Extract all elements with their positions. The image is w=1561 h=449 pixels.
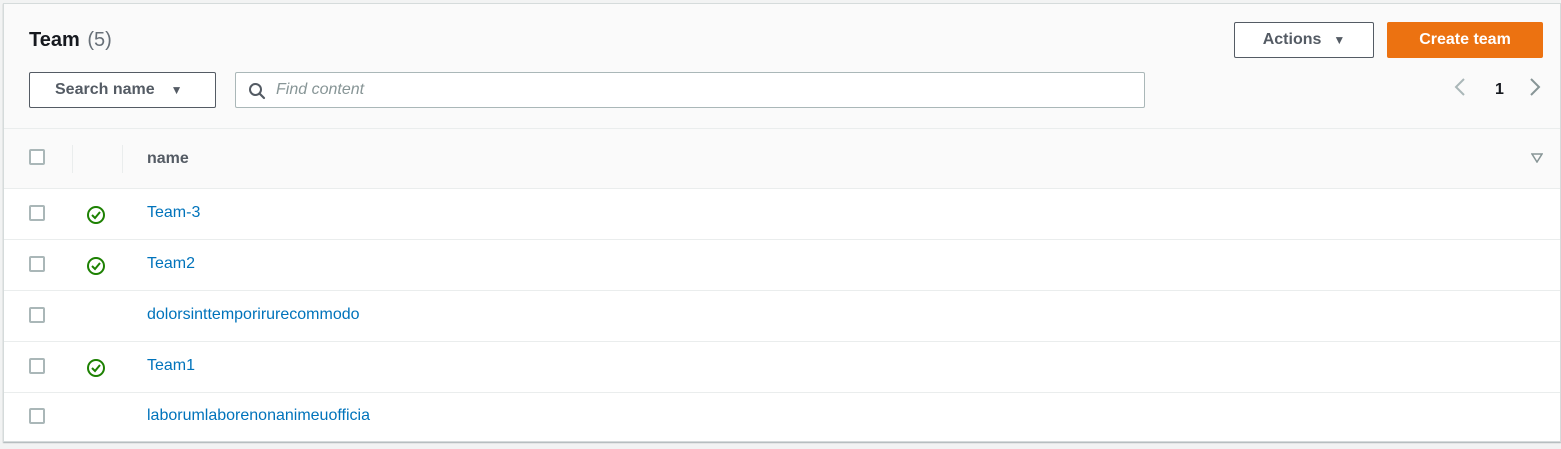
team-name-link[interactable]: Team1 bbox=[147, 357, 195, 375]
table-row[interactable]: dolorsinttemporirurecommodo bbox=[4, 291, 1560, 342]
status-positive-icon bbox=[87, 359, 105, 377]
column-divider bbox=[122, 145, 123, 173]
row-checkbox[interactable] bbox=[29, 256, 45, 272]
table-row[interactable]: Team1 bbox=[4, 342, 1560, 393]
status-positive-icon bbox=[87, 206, 105, 224]
page-title: Team (5) bbox=[29, 29, 112, 52]
caret-down-icon: ▼ bbox=[1333, 33, 1346, 47]
create-team-button[interactable]: Create team bbox=[1387, 22, 1543, 58]
sort-icon[interactable] bbox=[1531, 153, 1543, 163]
row-checkbox[interactable] bbox=[29, 408, 45, 424]
team-name-link[interactable]: Team2 bbox=[147, 255, 195, 273]
title-count: (5) bbox=[87, 29, 112, 51]
actions-button[interactable]: Actions ▼ bbox=[1234, 22, 1374, 58]
column-header-name[interactable]: name bbox=[147, 150, 189, 168]
table-row[interactable]: Team2 bbox=[4, 240, 1560, 291]
chevron-right-icon bbox=[1530, 78, 1541, 96]
previous-page-button[interactable] bbox=[1454, 77, 1466, 103]
team-table-panel: Team (5) Actions ▼ Create team Search na… bbox=[3, 3, 1561, 442]
table-row[interactable]: Team-3 bbox=[4, 189, 1560, 240]
select-all-checkbox[interactable] bbox=[29, 149, 45, 165]
next-page-button[interactable] bbox=[1529, 77, 1541, 103]
team-name-link[interactable]: Team-3 bbox=[147, 204, 200, 222]
actions-button-label: Actions bbox=[1262, 31, 1322, 48]
caret-down-icon: ▼ bbox=[170, 83, 183, 97]
status-positive-icon bbox=[87, 257, 105, 275]
team-name-link[interactable]: laborumlaborenonanimeuofficia bbox=[147, 407, 370, 425]
search-input[interactable] bbox=[276, 73, 1136, 107]
create-team-button-label: Create team bbox=[1419, 31, 1511, 48]
row-checkbox[interactable] bbox=[29, 307, 45, 323]
column-header-row bbox=[4, 129, 1560, 189]
search-field[interactable] bbox=[235, 72, 1145, 108]
row-checkbox[interactable] bbox=[29, 358, 45, 374]
search-property-label: Search name bbox=[55, 81, 155, 98]
column-divider bbox=[72, 145, 73, 173]
row-checkbox[interactable] bbox=[29, 205, 45, 221]
table-row[interactable]: laborumlaborenonanimeuofficia bbox=[4, 392, 1560, 443]
team-name-link[interactable]: dolorsinttemporirurecommodo bbox=[147, 306, 360, 324]
current-page-number[interactable]: 1 bbox=[1495, 81, 1504, 99]
chevron-left-icon bbox=[1454, 78, 1465, 96]
title-text: Team bbox=[29, 29, 80, 51]
search-property-dropdown[interactable]: Search name ▼ bbox=[29, 72, 216, 108]
search-icon bbox=[249, 83, 266, 100]
